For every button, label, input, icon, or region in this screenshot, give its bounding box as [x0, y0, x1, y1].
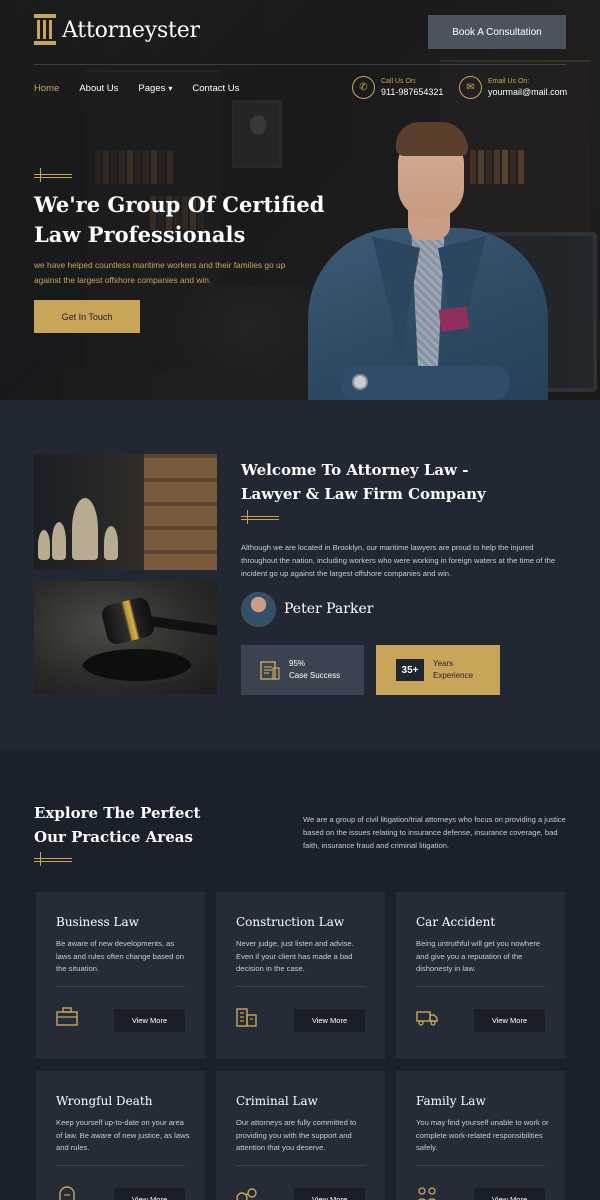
card-divider: [236, 986, 365, 987]
phone-icon: ✆: [352, 76, 375, 99]
nav-item-pages-label: Pages: [138, 83, 166, 94]
brand-name: Attorneyster: [62, 17, 200, 43]
experience-label-line2: Experience: [433, 671, 474, 680]
case-success-label: Case Success: [289, 671, 341, 680]
card-title: Criminal Law: [236, 1094, 318, 1108]
practice-title: Explore The Perfect Our Practice Areas: [34, 801, 274, 849]
about-title: Welcome To Attorney Law - Lawyer & Law F…: [241, 458, 571, 506]
card-title: Wrongful Death: [56, 1094, 153, 1108]
nav-item-about[interactable]: About Us: [79, 83, 118, 94]
book-consultation-button[interactable]: Book A Consultation: [428, 15, 566, 49]
practice-card-family-law: Family Law You may find yourself unable …: [396, 1071, 565, 1200]
family-icon: [418, 1187, 436, 1200]
nav-item-pages[interactable]: Pages ▾: [138, 83, 172, 94]
card-divider: [56, 1165, 185, 1166]
gavel-image: [34, 581, 217, 694]
card-description: You may find yourself unable to work or …: [416, 1118, 549, 1153]
card-description: Keep yourself up-to-date on your area of…: [56, 1118, 190, 1153]
mail-icon: ✉: [459, 76, 482, 99]
person-name: Peter Parker: [284, 601, 374, 617]
email-label: Email Us On:: [488, 78, 530, 85]
handcuffs-icon: [236, 1188, 257, 1200]
practice-card-criminal-law: Criminal Law Our attorneys are fully com…: [216, 1071, 385, 1200]
main-nav: Home About Us Pages ▾ Contact Us: [34, 83, 259, 94]
site-logo[interactable]: Attorneyster: [34, 14, 200, 46]
tombstone-icon: [59, 1186, 75, 1200]
practice-areas-section: Explore The Perfect Our Practice Areas W…: [0, 750, 600, 1200]
call-label: Call Us On:: [381, 78, 417, 85]
card-title: Family Law: [416, 1094, 486, 1108]
view-more-button[interactable]: View More: [294, 1188, 365, 1200]
about-title-line1: Welcome To Attorney Law -: [241, 461, 469, 479]
case-success-stat: 95% Case Success: [241, 645, 364, 695]
library-statues-image: [34, 454, 217, 570]
experience-stat: 35+ Years Experience: [376, 645, 500, 695]
email-address: yourmail@mail.com: [488, 87, 568, 97]
truck-icon: [416, 1011, 438, 1026]
hero-title-line2: Law Professionals: [34, 222, 246, 247]
practice-card-car-accident: Car Accident Being untruthful will get y…: [396, 892, 565, 1059]
view-more-button[interactable]: View More: [474, 1009, 545, 1032]
view-more-button[interactable]: View More: [114, 1188, 185, 1200]
nav-item-home[interactable]: Home: [34, 83, 59, 94]
card-title: Business Law: [56, 915, 139, 929]
practice-intro: We are a group of civil litigation/trial…: [303, 815, 566, 850]
experience-value: 35+: [396, 659, 424, 681]
card-title: Construction Law: [236, 915, 345, 929]
practice-title-line1: Explore The Perfect: [34, 804, 201, 822]
card-title: Car Accident: [416, 915, 496, 929]
card-divider: [416, 986, 545, 987]
card-description: Be aware of new developments, as laws an…: [56, 939, 184, 974]
call-number: 911-987654321: [381, 87, 444, 97]
about-title-line2: Lawyer & Law Firm Company: [241, 485, 486, 503]
hero-title: We're Group Of Certified Law Professiona…: [34, 190, 334, 250]
gold-divider-icon: [241, 510, 279, 524]
card-divider: [236, 1165, 365, 1166]
practice-card-business-law: Business Law Be aware of new development…: [36, 892, 205, 1059]
view-more-button[interactable]: View More: [114, 1009, 185, 1032]
avatar: [241, 592, 276, 627]
document-icon: [260, 661, 280, 680]
practice-card-wrongful-death: Wrongful Death Keep yourself up-to-date …: [36, 1071, 205, 1200]
get-in-touch-button[interactable]: Get In Touch: [34, 300, 140, 333]
nav-item-contact[interactable]: Contact Us: [192, 83, 239, 94]
card-divider: [416, 1165, 545, 1166]
practice-title-line2: Our Practice Areas: [34, 828, 193, 846]
view-more-button[interactable]: View More: [294, 1009, 365, 1032]
header-divider: [34, 64, 566, 65]
chevron-down-icon: ▾: [168, 84, 173, 93]
about-section: Welcome To Attorney Law - Lawyer & Law F…: [0, 400, 600, 750]
card-divider: [56, 986, 185, 987]
card-description: Our attorneys are fully committed to pro…: [236, 1118, 357, 1153]
hero-section: Attorneyster Book A Consultation Home Ab…: [0, 0, 600, 400]
experience-label-line1: Years: [433, 659, 454, 668]
practice-card-construction-law: Construction Law Never judge, just liste…: [216, 892, 385, 1059]
briefcase-icon: [56, 1007, 78, 1026]
building-icon: [236, 1008, 257, 1027]
pillar-icon: [34, 14, 56, 46]
call-contact[interactable]: ✆ Call Us On: 911-987654321: [352, 76, 443, 99]
hero-subtitle: we have helped countless maritime worker…: [34, 260, 286, 285]
card-description: Never judge, just listen and advise. Eve…: [236, 939, 354, 974]
email-contact[interactable]: ✉ Email Us On: yourmail@mail.com: [459, 76, 567, 99]
hero-title-line1: We're Group Of Certified: [34, 192, 325, 217]
case-success-value: 95%: [289, 659, 306, 668]
gold-divider-icon: [34, 852, 72, 866]
about-text: Although we are located in Brooklyn, our…: [241, 543, 556, 578]
card-description: Being untruthful will get you nowhere an…: [416, 939, 541, 974]
gold-divider-icon: [34, 168, 72, 182]
view-more-button[interactable]: View More: [474, 1188, 545, 1200]
